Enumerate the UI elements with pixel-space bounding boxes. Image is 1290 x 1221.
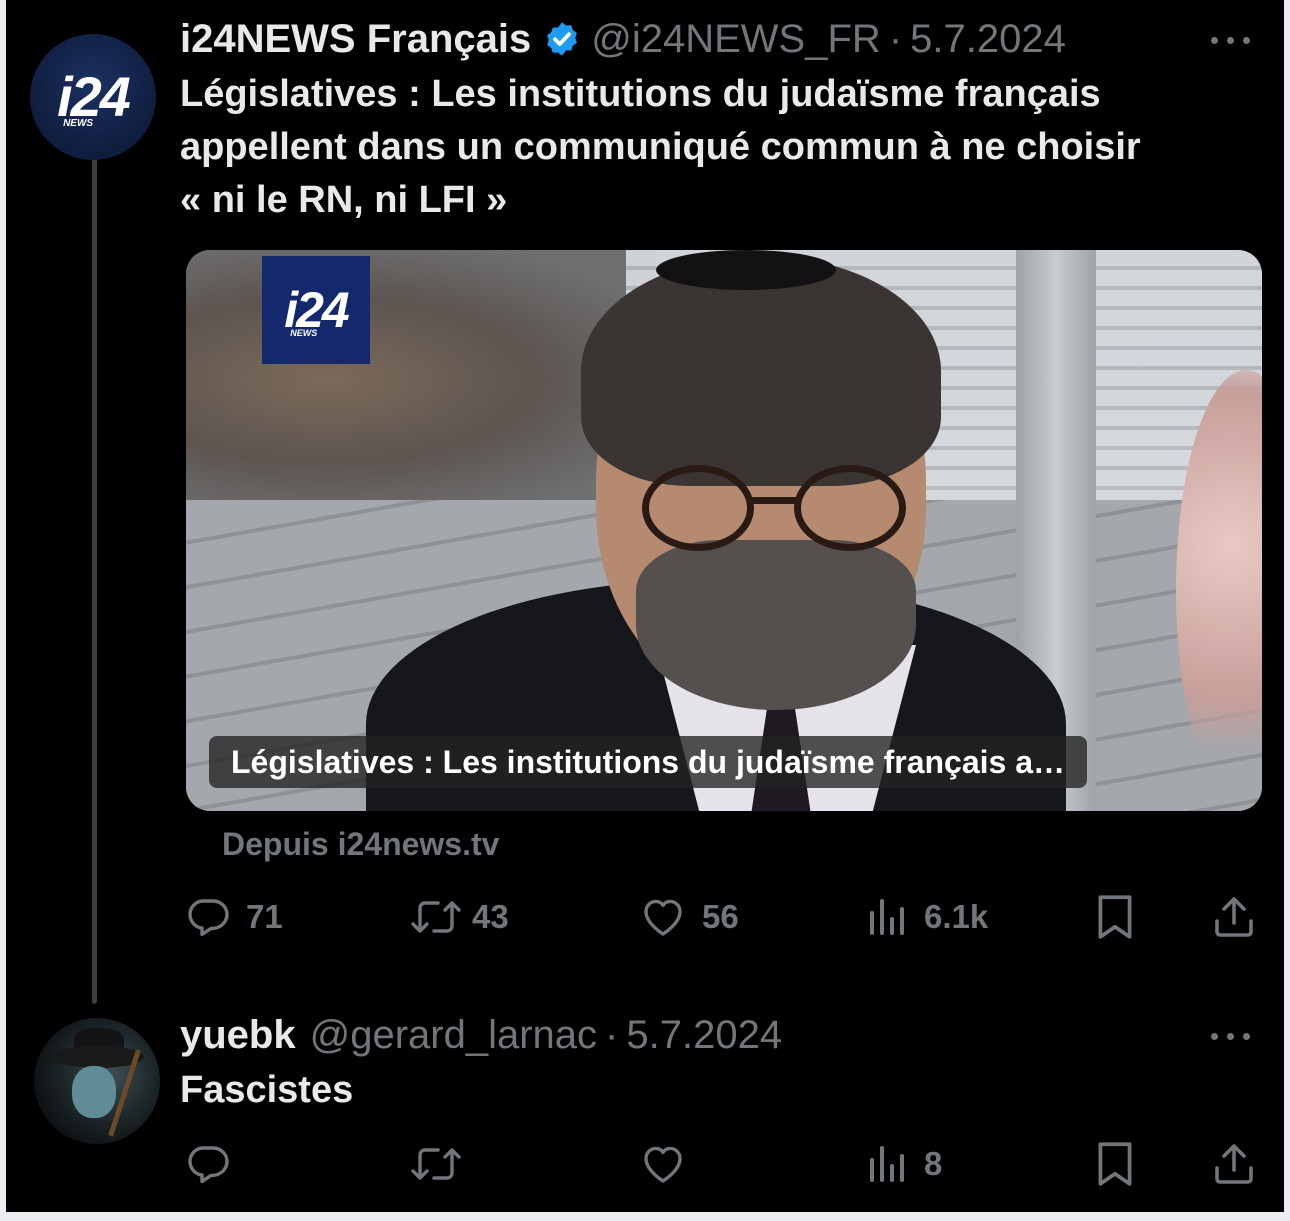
reply-button[interactable] xyxy=(184,1140,232,1188)
more-options-icon[interactable] xyxy=(1209,34,1253,46)
reply-header: yuebk @gerard_larnac · 5.7.2024 xyxy=(180,1010,782,1060)
person-kippa xyxy=(656,250,836,290)
tweet-text-line: « ni le RN, ni LFI » xyxy=(180,179,508,221)
repost-icon xyxy=(411,1148,461,1180)
share-icon xyxy=(1215,1144,1253,1184)
i24-media-logo: i24 NEWS xyxy=(262,256,370,364)
repost-icon xyxy=(411,901,461,933)
views-button[interactable]: 6.1k xyxy=(866,893,988,941)
reply-button[interactable]: 71 xyxy=(184,893,283,941)
media-caption: Législatives : Les institutions du judaï… xyxy=(209,736,1087,788)
user-avatar[interactable] xyxy=(34,1018,160,1144)
bookmark-button[interactable] xyxy=(1092,1139,1138,1189)
repost-button[interactable]: 43 xyxy=(408,893,509,941)
thread-connector-line xyxy=(92,152,97,1004)
i24news-avatar[interactable]: i24 NEWS xyxy=(30,34,156,160)
like-button[interactable] xyxy=(638,1140,688,1188)
like-count: 56 xyxy=(702,898,739,935)
reply-text: Fascistes xyxy=(180,1069,354,1111)
views-chart-icon xyxy=(870,1146,904,1182)
handle[interactable]: @i24NEWS_FR xyxy=(591,17,881,62)
tweet-header: i24NEWS Français @i24NEWS_FR · 5.7.2024 xyxy=(180,14,1066,64)
timeline-frame: i24 NEWS i24NEWS Français @i24NEWS_FR · … xyxy=(6,0,1284,1212)
reply-handle[interactable]: @gerard_larnac xyxy=(310,1013,597,1058)
tweet-text: Législatives : Les institutions du judaï… xyxy=(180,68,1141,227)
heart-icon xyxy=(644,1146,682,1183)
views-chart-icon xyxy=(870,899,904,935)
timestamp[interactable]: 5.7.2024 xyxy=(910,17,1066,62)
person-glasses xyxy=(636,465,936,565)
link-card-media[interactable]: i24 NEWS Législatives : Les institutions… xyxy=(186,250,1262,811)
separator-dot: · xyxy=(605,1012,619,1057)
share-button[interactable] xyxy=(1210,1139,1258,1189)
display-name[interactable]: i24NEWS Français xyxy=(180,17,531,62)
reply-display-name[interactable]: yuebk xyxy=(180,1013,296,1058)
more-options-icon[interactable] xyxy=(1209,1030,1253,1042)
i24-logo: i24 NEWS xyxy=(57,65,131,129)
views-button[interactable]: 8 xyxy=(866,1140,942,1188)
separator-dot: · xyxy=(888,16,903,61)
share-button[interactable] xyxy=(1210,892,1258,942)
link-source[interactable]: Depuis i24news.tv xyxy=(222,826,499,863)
reply-icon xyxy=(188,1146,229,1184)
person-beard xyxy=(636,540,916,710)
bookmark-icon xyxy=(1098,895,1132,939)
share-icon xyxy=(1215,897,1253,937)
views-count: 8 xyxy=(924,1145,943,1182)
heart-icon xyxy=(644,899,682,936)
like-button[interactable]: 56 xyxy=(638,893,739,941)
reply-timestamp[interactable]: 5.7.2024 xyxy=(626,1013,782,1058)
bookmark-button[interactable] xyxy=(1092,892,1138,942)
tweet-text-line: appellent dans un communiqué commun à ne… xyxy=(180,126,1141,168)
person-hair xyxy=(581,256,941,486)
reply-icon xyxy=(188,899,229,937)
bookmark-icon xyxy=(1098,1142,1132,1186)
i24-logo-sub: NEWS xyxy=(63,118,94,129)
tweet-text-line: Législatives : Les institutions du judaï… xyxy=(180,73,1101,115)
repost-count: 43 xyxy=(472,898,509,935)
verified-badge-icon xyxy=(547,22,578,56)
reply-count: 71 xyxy=(246,898,283,935)
views-count: 6.1k xyxy=(924,898,989,935)
repost-button[interactable] xyxy=(408,1140,464,1188)
